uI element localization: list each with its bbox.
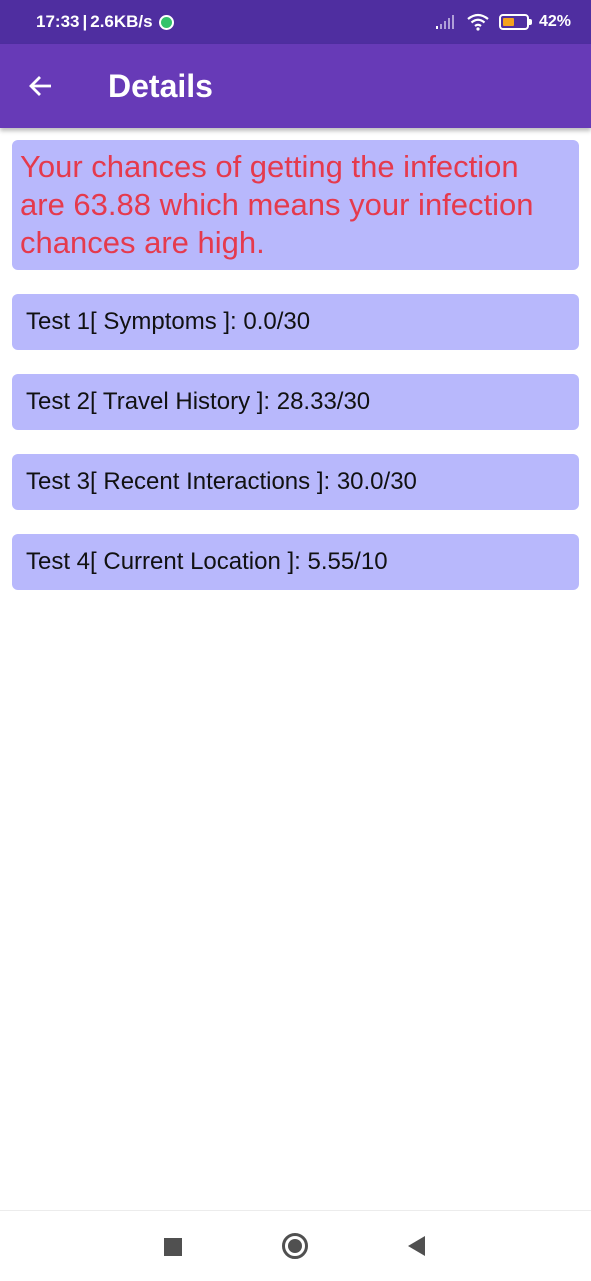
navigation-bar	[0, 1210, 591, 1281]
test-card-symptoms: Test 1[ Symptoms ]: 0.0/30	[12, 294, 579, 350]
test-card-current-location: Test 4[ Current Location ]: 5.55/10	[12, 534, 579, 590]
app-bar: Details	[0, 44, 591, 128]
signal-icon	[435, 15, 454, 29]
whatsapp-icon	[158, 14, 174, 30]
result-text: Your chances of getting the infection ar…	[20, 149, 534, 260]
circle-icon	[288, 1239, 302, 1253]
nav-back-button[interactable]	[406, 1235, 426, 1257]
test-card-recent-interactions: Test 3[ Recent Interactions ]: 30.0/30	[12, 454, 579, 510]
arrow-left-icon	[29, 76, 51, 96]
network-speed: 2.6KB/s	[90, 12, 153, 31]
back-button[interactable]	[26, 71, 56, 101]
test-label: Test 1[ Symptoms ]: 0.0/30	[26, 308, 311, 335]
battery-percentage: 42%	[538, 13, 571, 30]
battery-icon	[498, 14, 532, 30]
page-title: Details	[108, 68, 213, 104]
test-label: Test 3[ Recent Interactions ]: 30.0/30	[26, 468, 417, 495]
status-time: 17:33	[36, 12, 80, 31]
details-content: Your chances of getting the infection ar…	[12, 140, 579, 590]
home-button[interactable]	[282, 1233, 308, 1259]
triangle-icon	[408, 1236, 425, 1256]
wifi-icon	[467, 13, 489, 31]
status-left: 17:33 | 2.6KB/s	[36, 0, 174, 44]
result-card: Your chances of getting the infection ar…	[12, 140, 579, 270]
test-card-travel-history: Test 2[ Travel History ]: 28.33/30	[12, 374, 579, 430]
test-label: Test 4[ Current Location ]: 5.55/10	[26, 548, 388, 575]
recents-button[interactable]	[164, 1238, 182, 1256]
status-bar: 17:33 | 2.6KB/s 42%	[0, 0, 591, 44]
status-right: 42%	[435, 0, 571, 44]
status-separator: |	[82, 12, 88, 31]
test-label: Test 2[ Travel History ]: 28.33/30	[26, 388, 371, 415]
